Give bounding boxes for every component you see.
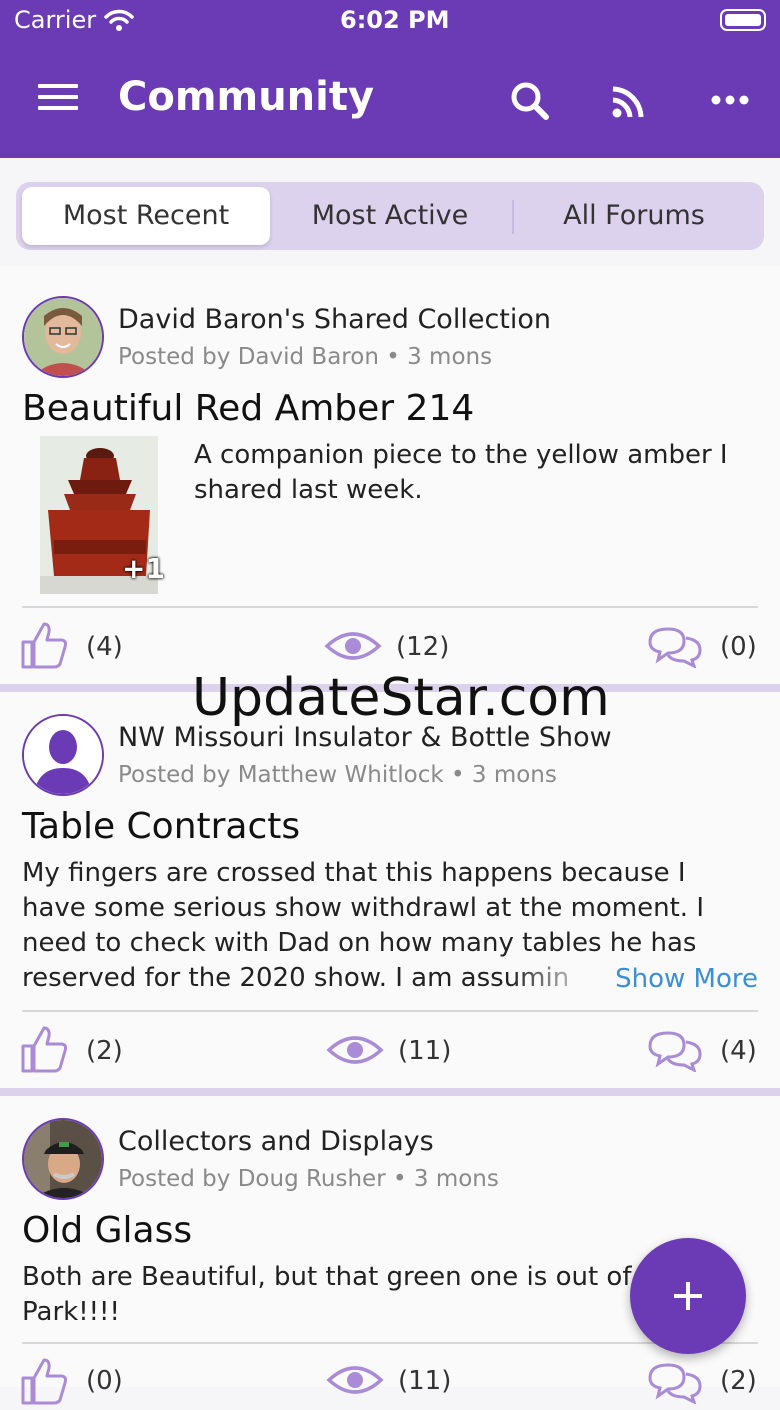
comments-count: (0) [720, 632, 757, 662]
comments-icon[interactable] [646, 624, 704, 672]
text-fade [510, 963, 600, 998]
post-age: 3 mons [471, 762, 557, 788]
comments-icon[interactable] [646, 1028, 704, 1076]
post-body-line: My fingers are crossed that this happens… [22, 858, 686, 888]
image-count-badge: +1 [122, 552, 165, 585]
likes-count: (2) [86, 1036, 123, 1066]
views-count: (12) [396, 632, 450, 662]
search-icon[interactable] [508, 80, 552, 128]
avatar[interactable] [22, 714, 104, 796]
post-title[interactable]: Old Glass [22, 1210, 192, 1251]
watermark-text: UpdateStar.com [192, 668, 610, 728]
post-age: 3 mons [413, 1166, 499, 1192]
post-author: Posted by Matthew Whitlock [118, 762, 444, 788]
status-time: 6:02 PM [340, 6, 450, 34]
post-body-line: have some serious show withdrawl at the … [22, 893, 705, 923]
post-meta: Posted by Doug Rusher • 3 mons [118, 1166, 499, 1192]
status-bar: Carrier 6:02 PM [0, 0, 780, 44]
likes-count: (0) [86, 1366, 123, 1396]
show-more-link[interactable]: Show More [607, 964, 758, 994]
post-meta: Posted by David Baron • 3 mons [118, 344, 493, 370]
like-icon[interactable] [20, 1024, 68, 1078]
menu-button[interactable] [38, 84, 78, 116]
post-age: 3 mons [407, 344, 493, 370]
forum-name[interactable]: David Baron's Shared Collection [118, 304, 551, 335]
post-title[interactable]: Table Contracts [22, 806, 300, 847]
post-author: Posted by David Baron [118, 344, 379, 370]
tab-most-recent[interactable]: Most Recent [22, 187, 270, 245]
add-post-button[interactable] [630, 1238, 746, 1354]
avatar[interactable] [22, 296, 104, 378]
views-count: (11) [398, 1036, 452, 1066]
battery-icon [720, 9, 766, 31]
like-icon[interactable] [20, 1356, 68, 1410]
wifi-icon [104, 8, 134, 36]
eye-icon [326, 1362, 384, 1402]
post-title[interactable]: Beautiful Red Amber 214 [22, 388, 474, 429]
comments-count: (2) [720, 1366, 757, 1396]
divider [22, 606, 758, 608]
divider [22, 1010, 758, 1012]
post-body-line: need to check with Dad on how many table… [22, 928, 697, 958]
more-options-icon[interactable] [710, 92, 750, 111]
post-meta: Posted by Matthew Whitlock • 3 mons [118, 762, 557, 788]
app-header: Carrier 6:02 PM Community [0, 0, 780, 158]
card-separator [0, 1088, 780, 1096]
eye-icon [326, 1032, 384, 1072]
avatar[interactable] [22, 1118, 104, 1200]
divider [22, 1342, 758, 1344]
tab-all-forums[interactable]: All Forums [510, 187, 758, 245]
page-title: Community [118, 74, 375, 120]
tab-most-active[interactable]: Most Active [266, 187, 514, 245]
likes-count: (4) [86, 632, 123, 662]
feed-tabs: Most Recent Most Active All Forums [16, 182, 764, 250]
rss-feed-icon[interactable] [608, 80, 652, 128]
post-author: Posted by Doug Rusher [118, 1166, 386, 1192]
eye-icon [324, 628, 382, 668]
comments-count: (4) [720, 1036, 757, 1066]
forum-name[interactable]: Collectors and Displays [118, 1126, 434, 1157]
comments-icon[interactable] [646, 1360, 704, 1408]
views-count: (11) [398, 1366, 452, 1396]
post-body: A companion piece to the yellow amber I … [194, 440, 728, 505]
like-icon[interactable] [20, 620, 68, 674]
carrier-label: Carrier [14, 6, 97, 34]
